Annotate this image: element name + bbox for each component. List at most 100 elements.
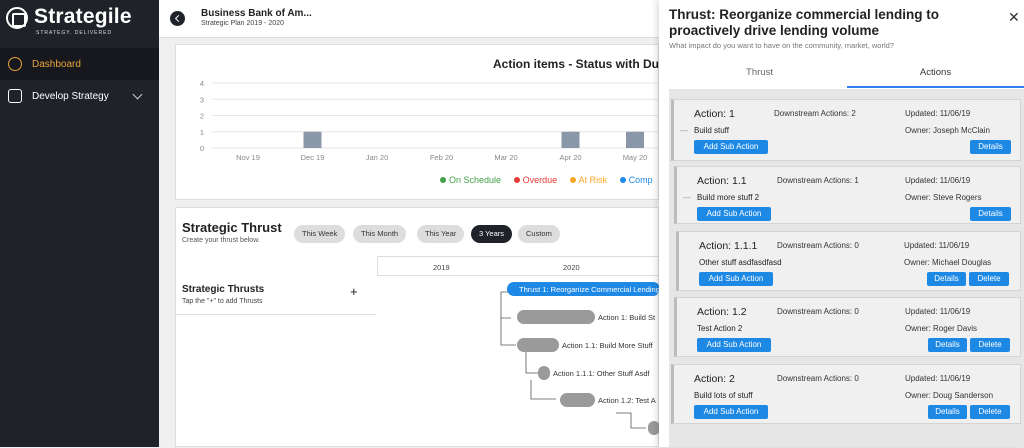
gantt-action-bar[interactable] [538,366,550,380]
gantt-action-label: Action 1.1.1: Other Stuff Asdf [553,369,651,378]
panel-subtitle: What impact do you want to have on the c… [669,41,894,50]
x-tick-label: Feb 20 [430,153,453,162]
add-sub-action-button[interactable]: Add Sub Action [697,338,771,352]
actions-list: Action: 1 Downstream Actions: 2 Updated:… [669,89,1024,447]
action-name: Build lots of stuff [694,391,753,400]
top-bar: Business Bank of Am... Strategic Plan 20… [159,0,659,38]
indent-marker: — [680,126,688,135]
details-button[interactable]: Details [927,272,966,286]
y-tick-label: 4 [200,79,204,88]
gantt-chart: Thrust 1: Reorganize Commercial Lending … [500,282,660,435]
chevron-down-icon [132,89,143,100]
action-owner: Owner: Doug Sanderson [905,391,994,400]
y-tick-label: 0 [200,144,204,153]
chart-card: Action items - Status with Due 0 1 2 3 4 Nov … [175,44,666,200]
app-tagline: STRATEGY. DELIVERED [36,30,113,36]
add-sub-action-button[interactable]: Add Sub Action [694,405,768,419]
updated-date: Updated: 11/06/19 [905,109,971,118]
action-card: Action: 1 Downstream Actions: 2 Updated:… [671,99,1021,161]
x-tick-label: Apr 20 [559,153,581,162]
x-tick-label: May 20 [623,153,648,162]
add-sub-action-button[interactable]: Add Sub Action [697,207,771,221]
chart-legend: On Schedule Overdue At Risk Comp [440,175,663,185]
delete-button[interactable]: Delete [970,405,1010,419]
gantt-action-label: Action 1: Build St [598,313,656,322]
app-logo[interactable]: Strategile STRATEGY. DELIVERED [6,5,156,39]
action-title: Action: 2 [694,373,735,385]
add-sub-action-button[interactable]: Add Sub Action [699,272,773,286]
action-card: Action: 1.1 Downstream Actions: 1 Update… [674,166,1021,224]
action-card: Action: 2 Downstream Actions: 0 Updated:… [671,364,1021,424]
action-name: Build stuff [694,126,729,135]
action-card: Action: 1.2 Downstream Actions: 0 Update… [674,297,1021,357]
chart-bar[interactable] [626,131,644,148]
gantt-action-label: Action 1.1: Build More Stuff [562,341,654,350]
legend-at-risk[interactable]: At Risk [569,175,607,185]
details-button[interactable]: Details [970,140,1011,154]
indent-marker: — [683,193,691,202]
x-tick-label: Jan 20 [366,153,389,162]
strategic-thrust-card: Strategic Thrust Create your thrust belo… [175,207,660,447]
gantt-action-bar[interactable] [560,393,595,407]
action-title: Action: 1 [694,108,735,120]
x-tick-label: Mar 20 [494,153,517,162]
action-name: Build more stuff 2 [697,193,760,202]
action-title: Action: 1.2 [697,306,747,318]
delete-button[interactable]: Delete [970,338,1010,352]
downstream-count: Downstream Actions: 0 [777,241,859,250]
back-button[interactable] [170,11,185,26]
sidebar-item-dashboard[interactable]: Dashboard [0,48,159,80]
details-button[interactable]: Details [928,338,967,352]
legend-dot-icon [619,177,626,183]
legend-dot-icon [513,177,520,183]
company-name: Business Bank of Am... [201,8,312,19]
action-status-chart: 0 1 2 3 4 Nov 19 Dec 19 Jan 20 Feb 20 Mar 20 Apr 2… [200,79,660,162]
downstream-count: Downstream Actions: 0 [777,307,859,316]
legend-dot-icon [440,177,446,183]
downstream-count: Downstream Actions: 2 [774,109,856,118]
x-tick-label: Nov 19 [236,153,260,162]
action-name: Test Action 2 [697,324,743,333]
plan-name: Strategic Plan 2019 - 2020 [201,20,284,27]
downstream-count: Downstream Actions: 1 [777,176,859,185]
action-name: Other stuff asdfasdfasd [699,258,782,267]
tab-actions[interactable]: Actions [847,56,1024,88]
x-tick-label: Dec 19 [301,153,325,162]
updated-date: Updated: 11/06/19 [905,374,971,383]
app-name: Strategile [34,5,132,28]
close-icon[interactable]: ✕ [1008,9,1020,26]
sidebar-item-label: Develop Strategy [32,90,109,102]
legend-on-schedule[interactable]: On Schedule [440,175,501,185]
y-tick-label: 2 [200,112,204,121]
downstream-count: Downstream Actions: 0 [777,374,859,383]
updated-date: Updated: 11/06/19 [905,307,971,316]
sidebar: Strategile STRATEGY. DELIVERED Dashboard… [0,0,159,447]
tab-thrust[interactable]: Thrust [671,56,848,88]
chart-bar[interactable] [561,131,580,148]
action-owner: Owner: Michael Douglas [904,258,992,267]
panel-title: Thrust: Reorganize commercial lending to… [669,7,940,38]
action-title: Action: 1.1.1 [699,240,758,252]
logo-icon [6,7,28,29]
gantt-thrust-label: Thrust 1: Reorganize Commercial Lending [519,285,660,294]
legend-overdue[interactable]: Overdue [513,175,557,185]
details-button[interactable]: Details [970,207,1011,221]
strategy-icon [8,89,22,103]
action-owner: Owner: Joseph McClain [905,126,990,135]
thrust-detail-panel: Thrust: Reorganize commercial lending to… [659,0,1024,447]
dashboard-icon [8,57,22,71]
updated-date: Updated: 11/06/19 [905,176,971,185]
gantt-action-bar[interactable] [517,338,559,352]
updated-date: Updated: 11/06/19 [904,241,970,250]
delete-button[interactable]: Delete [969,272,1009,286]
add-sub-action-button[interactable]: Add Sub Action [694,140,768,154]
details-button[interactable]: Details [928,405,967,419]
action-card: Action: 1.1.1 Downstream Actions: 0 Upda… [676,231,1021,291]
chart-bar[interactable] [303,131,322,148]
sidebar-item-develop-strategy[interactable]: Develop Strategy [0,80,159,112]
gantt-action-bar[interactable] [517,310,595,324]
legend-completed[interactable]: Comp [619,175,653,185]
y-tick-label: 3 [200,95,204,104]
action-title: Action: 1.1 [697,175,747,187]
sidebar-item-label: Dashboard [32,58,81,70]
